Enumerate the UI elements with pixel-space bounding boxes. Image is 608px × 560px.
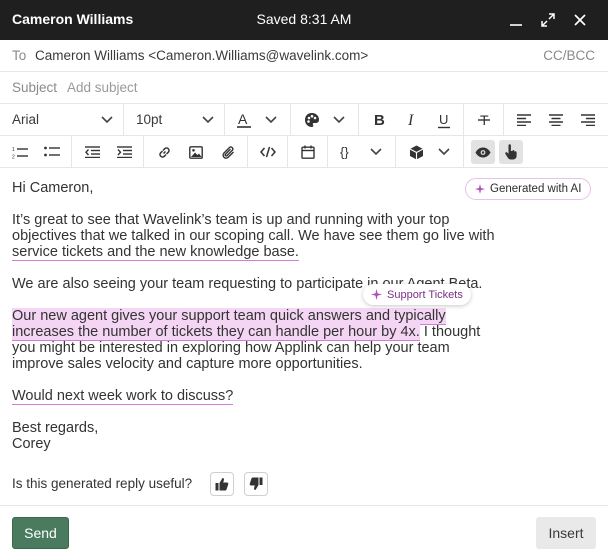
align-center-icon[interactable] (545, 108, 567, 132)
greeting: Hi Cameron, (12, 180, 94, 196)
bold-icon[interactable]: B (369, 108, 391, 132)
chip-label: Support Tickets (387, 288, 463, 301)
cc-bcc-link[interactable]: CC/BCC (543, 48, 595, 63)
svg-text:U: U (439, 112, 448, 127)
minimize-icon[interactable] (504, 8, 528, 32)
thumbs-down-icon (249, 477, 263, 490)
align-left-icon[interactable] (513, 108, 535, 132)
svg-text:2: 2 (12, 154, 15, 159)
italic-icon[interactable]: I (401, 108, 423, 132)
ai-suggestion-highlight[interactable]: service tickets and the new knowledge ba… (12, 244, 299, 261)
close-icon[interactable] (568, 8, 592, 32)
svg-text:1: 1 (12, 147, 15, 153)
snippet-cube-icon[interactable] (405, 140, 427, 164)
chevron-down-icon[interactable] (199, 108, 217, 132)
to-label: To (12, 48, 27, 63)
preview-eye-icon[interactable] (471, 140, 495, 164)
signoff: Best regards, (12, 420, 99, 436)
font-family-select[interactable]: Arial (12, 112, 39, 127)
calendar-icon[interactable] (297, 140, 319, 164)
font-size-select[interactable]: 10pt (136, 112, 162, 127)
expand-icon[interactable] (536, 8, 560, 32)
svg-text:A: A (238, 111, 248, 127)
thumbs-up-icon (215, 478, 229, 491)
thumbs-up-button[interactable] (210, 472, 234, 496)
code-icon[interactable] (257, 140, 279, 164)
indent-icon[interactable] (113, 140, 135, 164)
svg-text:I: I (407, 112, 414, 128)
chevron-down-icon[interactable] (262, 108, 280, 132)
format-toolbar: Arial 10pt A B I U T (0, 104, 608, 136)
to-recipient[interactable]: Cameron Williams <Cameron.Williams@wavel… (35, 48, 368, 63)
subject-label: Subject (12, 80, 58, 95)
sparkle-icon (371, 289, 382, 300)
insert-toolbar: 12 {} (0, 136, 608, 168)
footer-bar: Send Insert (0, 505, 608, 560)
bullet-list-icon[interactable] (41, 140, 63, 164)
subject-row: Subject Add subject (0, 72, 608, 104)
touch-hand-icon[interactable] (499, 140, 523, 164)
signature-name: Corey (12, 436, 51, 452)
image-icon[interactable] (185, 140, 207, 164)
outdent-icon[interactable] (81, 140, 103, 164)
paragraph-4[interactable]: Would next week work to discuss? (12, 388, 552, 405)
chevron-down-icon[interactable] (98, 108, 116, 132)
support-tickets-chip[interactable]: Support Tickets (363, 284, 471, 305)
to-row: To Cameron Williams <Cameron.Williams@wa… (0, 40, 608, 72)
numbered-list-icon[interactable]: 12 (9, 140, 31, 164)
thumbs-down-button[interactable] (244, 472, 268, 496)
ai-selected-highlight[interactable]: Our new agent gives your support team qu… (12, 308, 446, 341)
window-title: Cameron Williams (12, 11, 134, 27)
feedback-question: Is this generated reply useful? (12, 476, 193, 491)
merge-field-icon[interactable]: {} (337, 140, 359, 164)
align-right-icon[interactable] (577, 108, 599, 132)
chevron-down-icon[interactable] (367, 140, 385, 164)
paragraph-1[interactable]: It’s great to see that Wavelink’s team i… (12, 212, 512, 261)
chevron-down-icon[interactable] (435, 140, 453, 164)
chevron-down-icon[interactable] (330, 108, 348, 132)
svg-text:{}: {} (340, 145, 349, 159)
subject-input[interactable]: Add subject (67, 80, 138, 95)
attachment-icon[interactable] (217, 140, 239, 164)
send-button[interactable]: Send (12, 517, 69, 549)
insert-button[interactable]: Insert (536, 517, 596, 549)
svg-text:B: B (374, 112, 385, 128)
text-color-icon[interactable]: A (233, 108, 255, 132)
ai-suggestion-highlight[interactable]: Would next week work to discuss? (12, 388, 234, 405)
palette-icon[interactable] (301, 108, 323, 132)
paragraph-3[interactable]: Our new agent gives your support team qu… (12, 308, 502, 372)
strikethrough-icon[interactable]: T (473, 108, 495, 132)
link-icon[interactable] (153, 140, 175, 164)
underline-icon[interactable]: U (433, 108, 455, 132)
paragraph-1-text: It’s great to see that Wavelink’s team i… (12, 212, 495, 244)
paragraph-2[interactable]: We are also seeing your team requesting … (12, 276, 552, 292)
title-bar: Cameron Williams Saved 8:31 AM (0, 0, 608, 40)
